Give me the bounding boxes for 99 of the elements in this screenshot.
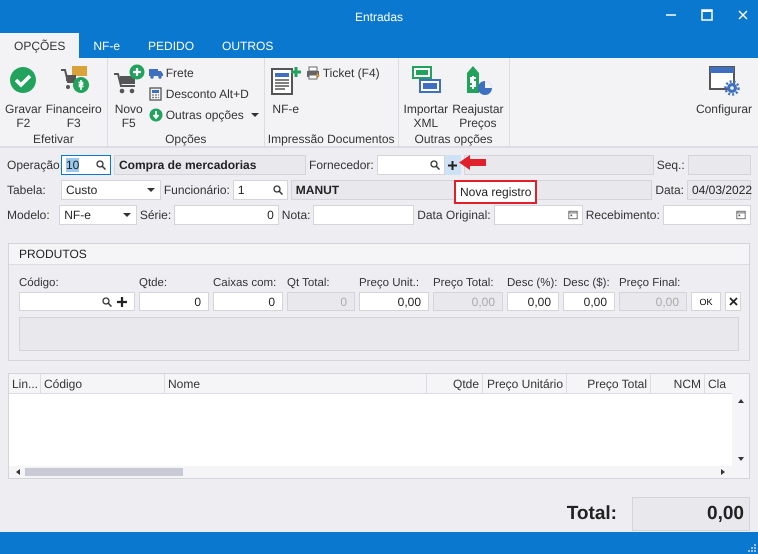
ribbon-tab[interactable]: NF-e xyxy=(79,33,134,58)
calendar-icon xyxy=(736,210,746,220)
search-icon xyxy=(96,160,106,170)
ribbon-tab[interactable]: PEDIDO xyxy=(134,33,208,58)
field-label: Desc ($): xyxy=(563,277,611,289)
column-header[interactable]: Preço Unitário xyxy=(483,374,567,393)
ribbon-button[interactable]: Outras opções xyxy=(146,106,261,124)
ribbon-button[interactable]: Reajustar Preços xyxy=(450,62,506,132)
group-label: Opções xyxy=(164,132,208,146)
display-field xyxy=(688,155,751,175)
calculator-icon xyxy=(148,87,163,101)
tooltip: Nova registro xyxy=(454,180,538,204)
plus-icon xyxy=(448,160,458,170)
search-icon xyxy=(272,185,283,195)
display-field: 04/03/2022 xyxy=(687,180,751,200)
field-label: Modelo: xyxy=(7,208,51,222)
printer-icon xyxy=(306,66,320,80)
field-label: Qt Total: xyxy=(287,277,331,289)
field-label: Data: xyxy=(655,183,684,197)
column-header[interactable]: Lin... xyxy=(9,374,41,393)
right-arrow-icon xyxy=(720,469,726,475)
ribbon-button[interactable]: Novo F5 xyxy=(110,62,147,132)
input-field[interactable]: 0 xyxy=(174,205,279,225)
calendar-icon xyxy=(568,210,578,220)
ok-button[interactable]: OK xyxy=(691,292,721,311)
group-label: Impressão Documentos xyxy=(266,132,396,146)
search-icon xyxy=(102,296,112,306)
input-field[interactable]: 0 xyxy=(213,292,283,311)
ribbon-button[interactable]: NF-e xyxy=(268,62,304,132)
field-label: Caixas com: xyxy=(213,277,278,289)
add-button[interactable] xyxy=(444,155,461,175)
xml-document-icon xyxy=(410,64,442,96)
ribbon-button[interactable]: Financeiro F3 xyxy=(44,62,104,132)
cart-plus-icon xyxy=(112,64,145,96)
caret-icon xyxy=(250,112,259,118)
arrow-icon xyxy=(459,155,486,170)
close-icon xyxy=(736,8,750,22)
ribbon-button[interactable]: Frete xyxy=(146,64,261,82)
resize-grip-icon xyxy=(748,544,756,552)
column-header[interactable]: Preço Total xyxy=(567,374,651,393)
total-label: Total: xyxy=(566,503,617,525)
search-icon xyxy=(430,160,440,170)
ribbon-button[interactable]: Ticket (F4) xyxy=(304,64,382,82)
ribbon-button[interactable]: Gravar F2 xyxy=(3,62,44,132)
field-label: Série: xyxy=(140,208,172,222)
ribbon-button[interactable]: Importar XML xyxy=(402,62,450,132)
field-label: Código: xyxy=(19,277,60,289)
ribbon-button[interactable]: Configurar xyxy=(694,62,754,116)
window-title: Entradas xyxy=(354,10,404,24)
field-label: Funcionário: xyxy=(164,183,230,197)
field-label: Fornecedor: xyxy=(309,158,374,172)
input-field[interactable]: 0 xyxy=(139,292,209,311)
caret-icon xyxy=(146,185,156,195)
field-label: Desc (%): xyxy=(507,277,558,289)
settings-icon xyxy=(708,64,740,96)
lookup-field[interactable] xyxy=(19,292,135,311)
input-field[interactable] xyxy=(313,205,414,225)
field-label: Data Original: xyxy=(417,208,491,222)
date-field[interactable] xyxy=(494,205,583,225)
ribbon-tab[interactable]: OUTROS xyxy=(208,33,288,58)
column-header[interactable]: NCM xyxy=(651,374,705,393)
input-field[interactable]: 0,00 xyxy=(563,292,615,311)
plus-icon xyxy=(117,296,127,306)
column-header[interactable]: Nome xyxy=(165,374,427,393)
field-label: Qtde: xyxy=(139,277,168,289)
column-header[interactable]: Cla xyxy=(705,374,732,393)
down-arrow-icon xyxy=(738,456,744,462)
display-field: Compra de mercadorias xyxy=(114,155,306,175)
panel-title: PRODUTOS xyxy=(19,247,87,261)
ribbon-tab[interactable]: OPÇÕES xyxy=(0,33,80,58)
document-plus-icon xyxy=(270,64,302,96)
truck-icon xyxy=(148,66,163,80)
left-arrow-icon xyxy=(15,469,21,475)
field-label: Tabela: xyxy=(7,183,47,197)
delete-button[interactable] xyxy=(725,292,741,311)
date-field[interactable] xyxy=(662,205,751,225)
total-value: 0,00 xyxy=(632,497,750,531)
caret-icon xyxy=(122,210,132,220)
field-label: Seq.: xyxy=(656,158,685,172)
dropdown[interactable]: NF-e xyxy=(59,205,137,225)
column-header[interactable]: Qtde xyxy=(427,374,483,393)
ribbon-button[interactable]: Desconto Alt+D xyxy=(146,85,261,103)
group-label: Efetivar xyxy=(32,132,75,146)
input-field[interactable]: 0,00 xyxy=(359,292,429,311)
maximize-icon xyxy=(700,8,714,22)
field-label: Preço Final: xyxy=(619,277,682,289)
lookup-field[interactable]: 10 xyxy=(61,155,111,175)
group-label: Outras opções xyxy=(414,132,494,146)
close-icon xyxy=(728,297,738,306)
input-field[interactable]: 0,00 xyxy=(507,292,559,311)
field-label: Preço Unit.: xyxy=(359,277,420,289)
dropdown[interactable]: Custo xyxy=(60,180,161,200)
field-label: Preço Total: xyxy=(433,277,495,289)
column-header[interactable]: Código xyxy=(41,374,165,393)
lookup-field[interactable]: 1 xyxy=(232,180,288,200)
field-label: Nota: xyxy=(282,208,310,222)
lookup-field[interactable] xyxy=(376,155,445,175)
up-arrow-icon xyxy=(738,398,744,404)
field-label: Recebimento: xyxy=(586,208,660,222)
